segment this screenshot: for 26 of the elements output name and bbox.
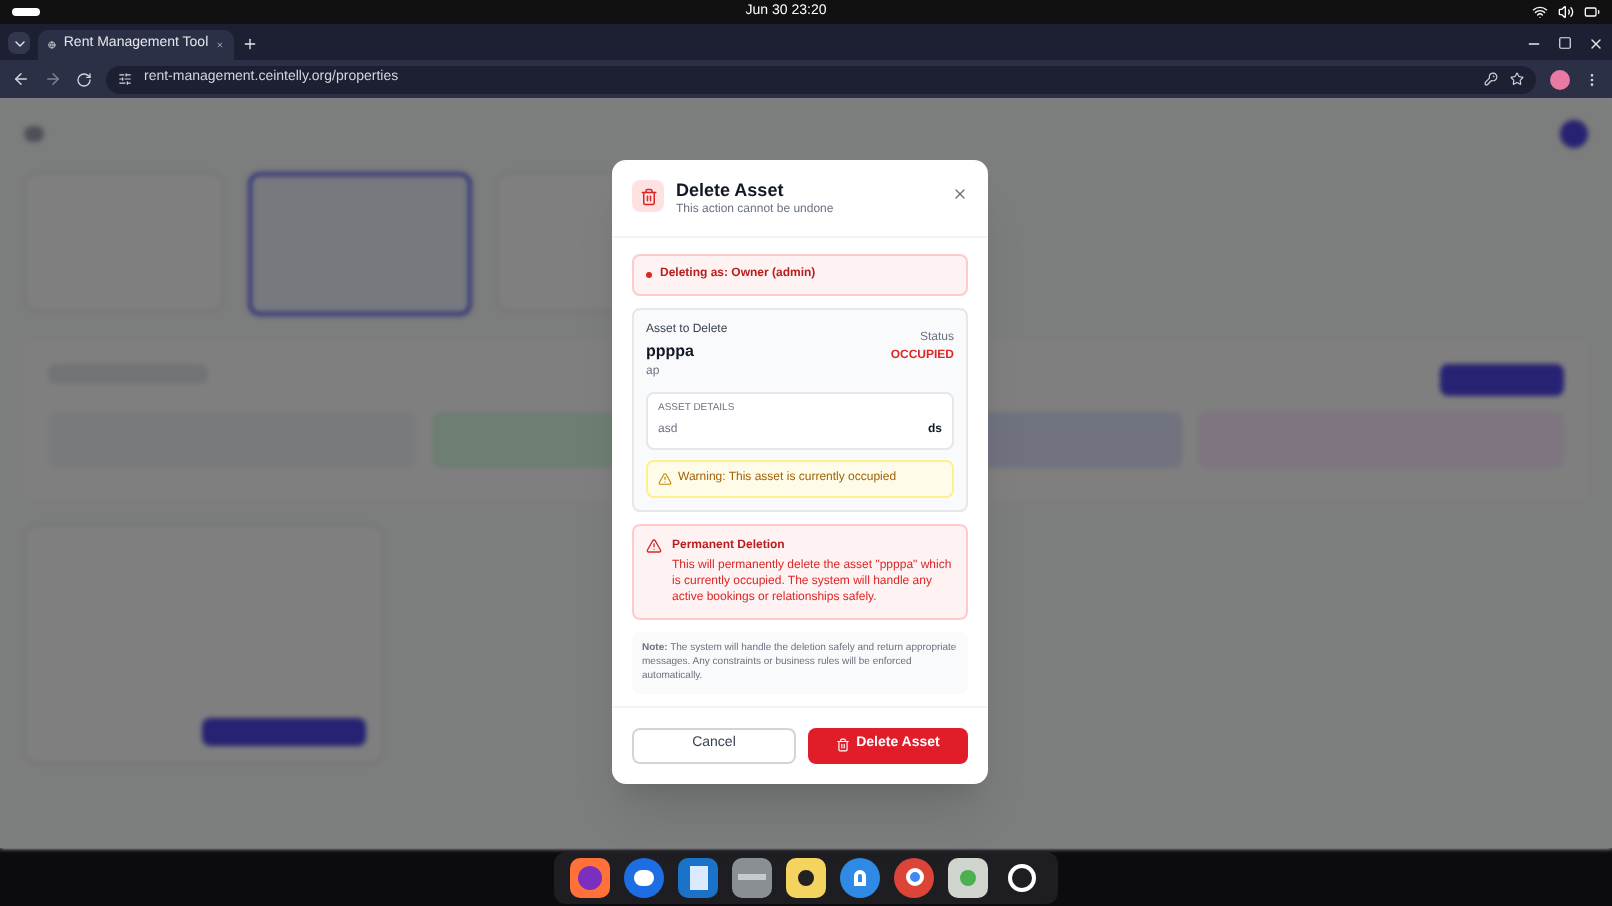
- maximize-icon[interactable]: [1558, 36, 1572, 50]
- browser-icon[interactable]: [570, 857, 610, 897]
- warning-icon: [658, 471, 672, 485]
- avatar: [1560, 120, 1588, 148]
- speaker-icon[interactable]: [786, 857, 826, 897]
- new-tab-icon[interactable]: [242, 36, 258, 52]
- back-icon[interactable]: [12, 70, 30, 88]
- wifi-icon[interactable]: [1531, 4, 1548, 20]
- volume-icon[interactable]: [1557, 4, 1574, 20]
- warning-icon: [646, 537, 662, 553]
- bookmark-icon[interactable]: [1510, 72, 1524, 86]
- asset-name: ppppa: [646, 340, 696, 364]
- key-icon[interactable]: [1484, 72, 1498, 86]
- globe-icon: [48, 38, 56, 52]
- close-icon[interactable]: [1588, 36, 1604, 52]
- battery-icon[interactable]: [1583, 4, 1600, 20]
- tab-list-button[interactable]: [8, 32, 30, 54]
- reload-icon[interactable]: [76, 71, 92, 87]
- chrome-icon[interactable]: [894, 857, 934, 897]
- document-icon[interactable]: [678, 857, 718, 897]
- dialog-title: Delete Asset: [676, 180, 786, 202]
- site-settings-icon[interactable]: [118, 72, 132, 86]
- folder-icon[interactable]: [732, 857, 772, 897]
- close-button[interactable]: [952, 186, 968, 202]
- profile-icon[interactable]: [1550, 69, 1570, 89]
- activities-indicator[interactable]: [12, 8, 40, 16]
